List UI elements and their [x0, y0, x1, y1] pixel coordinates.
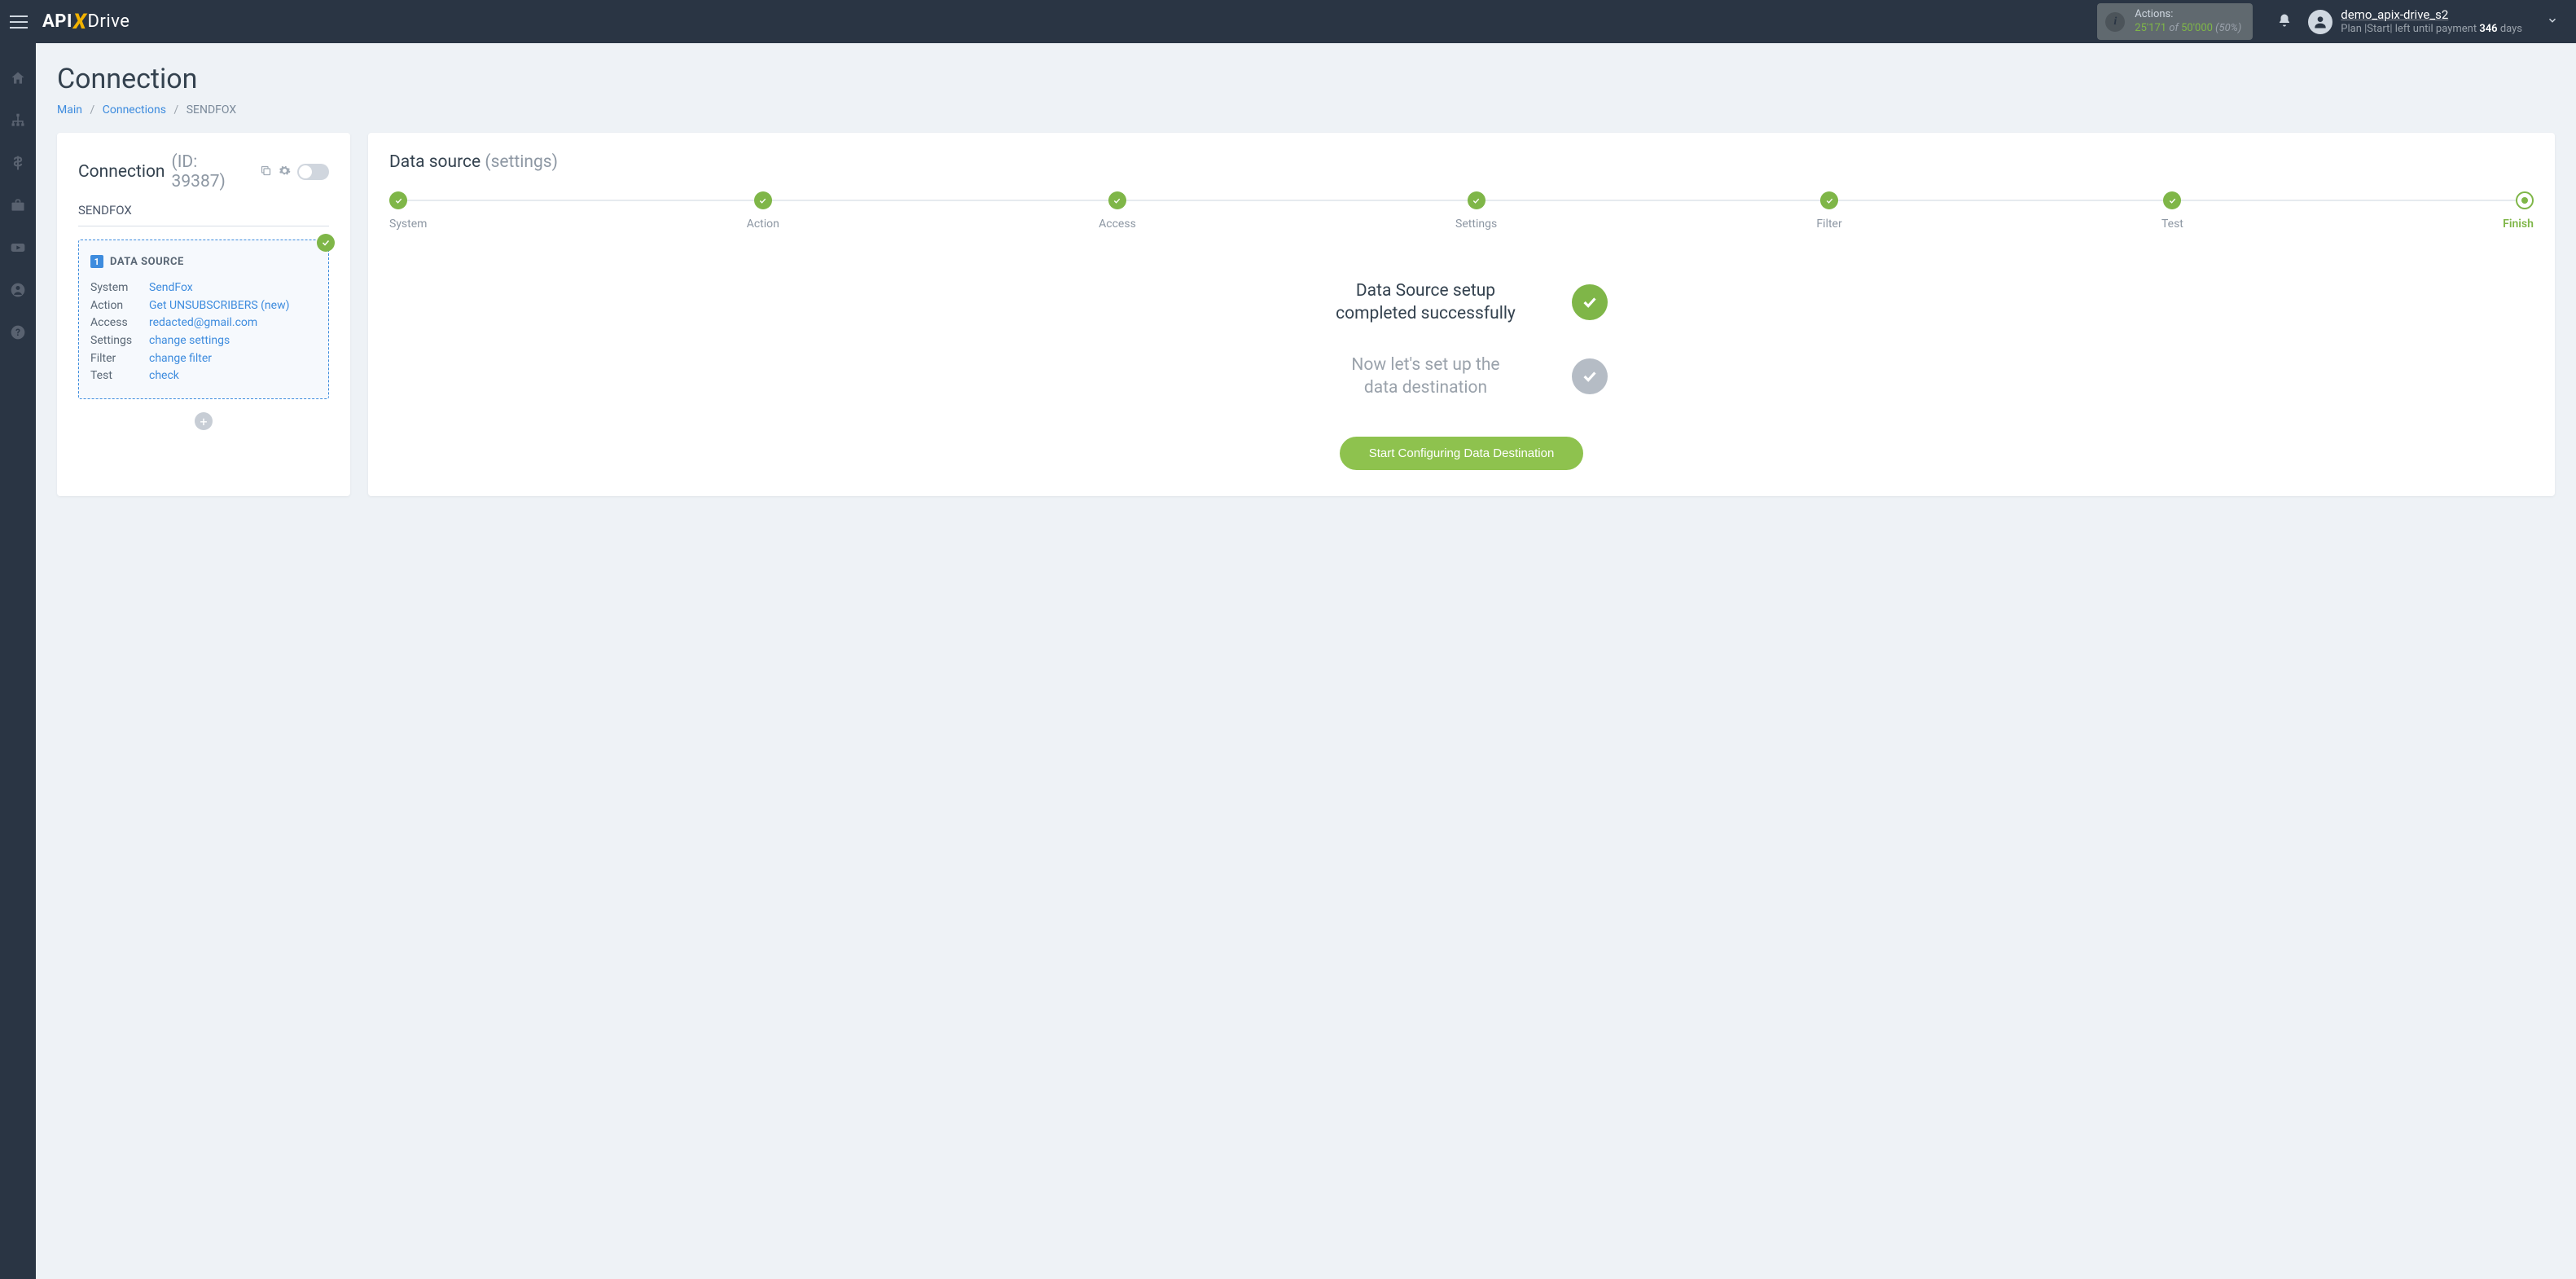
check-icon	[754, 191, 772, 209]
user-name: demo_apix-drive_s2	[2341, 7, 2522, 23]
connection-header: Connection (ID: 39387)	[78, 152, 329, 191]
step-finish[interactable]: Finish	[2503, 191, 2534, 231]
topbar: APIXDrive i Actions: 25'171 of 50'000 (5…	[0, 0, 2576, 43]
link-filter[interactable]: change filter	[149, 350, 212, 368]
connection-label: Connection	[78, 162, 165, 182]
actions-pct: (50%)	[2215, 22, 2241, 34]
breadcrumb: Main / Connections / SENDFOX	[57, 103, 2555, 116]
avatar-icon[interactable]	[2308, 10, 2332, 34]
connection-toggle[interactable]	[297, 164, 329, 180]
ds-row-filter: Filterchange filter	[90, 350, 317, 368]
data-source-title: 1 DATA SOURCE	[90, 255, 317, 268]
check-icon	[1572, 284, 1608, 320]
stepper: System Action Access Settings Filter Tes…	[389, 191, 2534, 231]
step-test[interactable]: Test	[2161, 191, 2183, 231]
start-configuring-button[interactable]: Start Configuring Data Destination	[1340, 437, 1584, 470]
badge-number: 1	[90, 255, 103, 268]
link-action[interactable]: Get UNSUBSCRIBERS (new)	[149, 297, 289, 315]
breadcrumb-main[interactable]: Main	[57, 103, 82, 116]
status-next: Now let's set up the data destination	[1316, 354, 1608, 400]
ds-row-access: Accessredacted@gmail.com	[90, 314, 317, 332]
main-content: Connection Main / Connections / SENDFOX …	[36, 43, 2576, 1279]
gear-icon[interactable]	[279, 162, 291, 182]
status-next-text: Now let's set up the data destination	[1316, 354, 1536, 400]
status-block: Data Source setup completed successfully…	[389, 279, 2534, 399]
check-icon	[2163, 191, 2181, 209]
step-filter[interactable]: Filter	[1816, 191, 1841, 231]
nav-account-icon[interactable]	[0, 279, 36, 301]
ds-row-system: SystemSendFox	[90, 279, 317, 297]
user-block[interactable]: demo_apix-drive_s2 Plan |Start| left unt…	[2341, 7, 2522, 36]
breadcrumb-connections[interactable]: Connections	[103, 103, 166, 116]
logo-x: X	[73, 10, 87, 34]
step-system[interactable]: System	[389, 191, 427, 231]
logo-api: API	[42, 11, 72, 32]
connection-name: SENDFOX	[78, 203, 329, 226]
connection-card: Connection (ID: 39387) SENDFOX 1 DATA SO…	[57, 133, 350, 496]
check-icon	[1820, 191, 1838, 209]
check-icon	[1572, 358, 1608, 394]
bell-icon[interactable]	[2277, 13, 2292, 31]
check-icon	[317, 234, 335, 252]
link-system[interactable]: SendFox	[149, 279, 193, 297]
status-done: Data Source setup completed successfully	[1316, 279, 1608, 326]
nav-connections-icon[interactable]	[0, 110, 36, 131]
data-source-settings-card: Data source (settings) System Action Acc…	[368, 133, 2555, 496]
info-icon: i	[2105, 12, 2125, 32]
link-settings[interactable]: change settings	[149, 332, 230, 350]
nav-briefcase-icon[interactable]	[0, 195, 36, 216]
svg-text:?: ?	[15, 327, 20, 338]
link-test[interactable]: check	[149, 367, 179, 385]
ds-row-action: ActionGet UNSUBSCRIBERS (new)	[90, 297, 317, 315]
page-title: Connection	[57, 63, 2555, 95]
user-plan: Plan |Start| left until payment 346 days	[2341, 23, 2522, 36]
ds-row-settings: Settingschange settings	[90, 332, 317, 350]
step-action[interactable]: Action	[747, 191, 779, 231]
actions-box[interactable]: i Actions: 25'171 of 50'000 (50%)	[2097, 3, 2253, 41]
ds-row-test: Testcheck	[90, 367, 317, 385]
logo-drive: Drive	[87, 11, 129, 32]
add-destination-button[interactable]: +	[195, 412, 213, 430]
actions-count: 25'171	[2135, 22, 2166, 34]
actions-label: Actions:	[2135, 8, 2241, 22]
nav-help-icon[interactable]: ?	[0, 322, 36, 343]
chevron-down-icon[interactable]	[2547, 15, 2558, 29]
nav-billing-icon[interactable]	[0, 152, 36, 174]
check-icon	[1108, 191, 1126, 209]
card-title: Data source (settings)	[389, 152, 2534, 172]
nav-video-icon[interactable]	[0, 237, 36, 258]
copy-icon[interactable]	[260, 162, 272, 182]
logo[interactable]: APIXDrive	[42, 10, 129, 34]
menu-toggle[interactable]	[10, 15, 28, 29]
connection-id: (ID: 39387)	[172, 152, 254, 191]
link-access[interactable]: redacted@gmail.com	[149, 314, 257, 332]
current-step-icon	[2516, 191, 2534, 209]
actions-text: Actions: 25'171 of 50'000 (50%)	[2135, 8, 2241, 36]
step-access[interactable]: Access	[1099, 191, 1136, 231]
nav-home-icon[interactable]	[0, 68, 36, 89]
data-source-box[interactable]: 1 DATA SOURCE SystemSendFox ActionGet UN…	[78, 240, 329, 399]
actions-of: of	[2169, 22, 2179, 34]
actions-total: 50'000	[2181, 22, 2213, 34]
check-icon	[389, 191, 407, 209]
breadcrumb-current: SENDFOX	[187, 103, 236, 116]
check-icon	[1468, 191, 1485, 209]
status-done-text: Data Source setup completed successfully	[1316, 279, 1536, 326]
step-settings[interactable]: Settings	[1455, 191, 1497, 231]
sidebar: ?	[0, 43, 36, 1279]
